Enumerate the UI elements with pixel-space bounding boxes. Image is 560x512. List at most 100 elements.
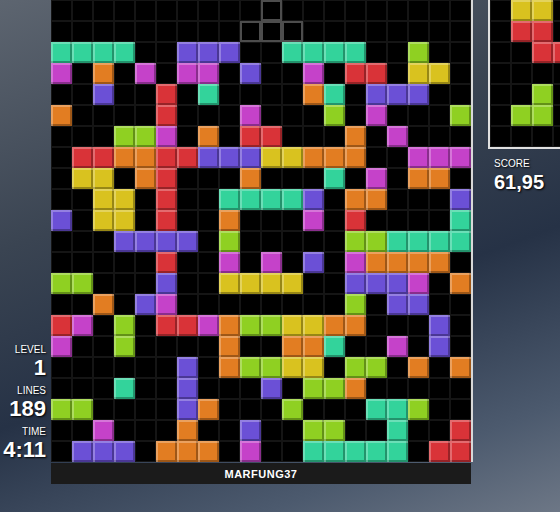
board-empty-cell bbox=[114, 21, 135, 42]
next-empty-cell bbox=[490, 84, 511, 105]
board-empty-cell bbox=[51, 231, 72, 252]
board-block bbox=[303, 84, 324, 105]
board-block bbox=[198, 441, 219, 462]
board-block bbox=[114, 147, 135, 168]
board-block bbox=[177, 147, 198, 168]
board-empty-cell bbox=[156, 21, 177, 42]
board-block bbox=[261, 315, 282, 336]
board-empty-cell bbox=[282, 0, 303, 21]
board-empty-cell bbox=[72, 252, 93, 273]
board-empty-cell bbox=[51, 147, 72, 168]
board-block bbox=[366, 441, 387, 462]
board-empty-cell bbox=[177, 105, 198, 126]
board-empty-cell bbox=[135, 336, 156, 357]
board-block bbox=[366, 273, 387, 294]
board-empty-cell bbox=[177, 252, 198, 273]
board-empty-cell bbox=[114, 294, 135, 315]
board-empty-cell bbox=[72, 420, 93, 441]
board-block bbox=[156, 105, 177, 126]
board-block bbox=[345, 273, 366, 294]
board-block bbox=[303, 63, 324, 84]
board-block bbox=[450, 105, 471, 126]
board-block bbox=[72, 42, 93, 63]
board-empty-cell bbox=[429, 294, 450, 315]
board-block bbox=[135, 63, 156, 84]
board-block bbox=[240, 105, 261, 126]
board-block bbox=[345, 126, 366, 147]
board-block bbox=[408, 147, 429, 168]
board-block bbox=[261, 357, 282, 378]
board-block bbox=[303, 336, 324, 357]
board-empty-cell bbox=[72, 336, 93, 357]
board-block bbox=[93, 84, 114, 105]
board-block bbox=[345, 147, 366, 168]
board-block bbox=[429, 63, 450, 84]
board-empty-cell bbox=[408, 336, 429, 357]
board-block bbox=[261, 189, 282, 210]
board-block bbox=[429, 147, 450, 168]
next-block bbox=[532, 42, 553, 63]
board-empty-cell bbox=[51, 21, 72, 42]
board-empty-cell bbox=[324, 210, 345, 231]
board-empty-cell bbox=[240, 84, 261, 105]
board-empty-cell bbox=[324, 63, 345, 84]
board-block bbox=[387, 84, 408, 105]
board-block bbox=[51, 42, 72, 63]
board-block bbox=[450, 357, 471, 378]
board-block bbox=[177, 42, 198, 63]
board-empty-cell bbox=[387, 357, 408, 378]
board-empty-cell bbox=[240, 42, 261, 63]
board-block bbox=[408, 231, 429, 252]
board-empty-cell bbox=[366, 0, 387, 21]
board-block bbox=[240, 189, 261, 210]
stat-label: LEVEL bbox=[15, 343, 46, 356]
board-empty-cell bbox=[93, 21, 114, 42]
board-empty-cell bbox=[240, 0, 261, 21]
board-block bbox=[114, 231, 135, 252]
board-empty-cell bbox=[51, 252, 72, 273]
board-block bbox=[240, 357, 261, 378]
board-block bbox=[282, 42, 303, 63]
board-block bbox=[387, 441, 408, 462]
board-empty-cell bbox=[345, 84, 366, 105]
board-block bbox=[324, 147, 345, 168]
board-empty-cell bbox=[72, 378, 93, 399]
board-empty-cell bbox=[198, 189, 219, 210]
board-block bbox=[240, 273, 261, 294]
board-block bbox=[282, 357, 303, 378]
next-empty-cell bbox=[553, 126, 560, 147]
board-block bbox=[51, 315, 72, 336]
board-block bbox=[177, 63, 198, 84]
board-block bbox=[387, 294, 408, 315]
board-block bbox=[324, 84, 345, 105]
board-empty-cell bbox=[303, 168, 324, 189]
board-empty-cell bbox=[408, 378, 429, 399]
board-empty-cell bbox=[177, 189, 198, 210]
board-block bbox=[345, 357, 366, 378]
game-board[interactable] bbox=[51, 0, 473, 462]
board-block bbox=[324, 336, 345, 357]
board-block bbox=[303, 147, 324, 168]
board-block bbox=[198, 42, 219, 63]
board-empty-cell bbox=[198, 336, 219, 357]
board-empty-cell bbox=[240, 378, 261, 399]
next-empty-cell bbox=[553, 0, 560, 21]
board-empty-cell bbox=[135, 357, 156, 378]
board-empty-cell bbox=[177, 84, 198, 105]
board-block bbox=[408, 357, 429, 378]
game-screen: LEVEL1LINES189TIME4:11MARFUNG37SCORE61,9… bbox=[0, 0, 560, 512]
board-block bbox=[51, 210, 72, 231]
board-empty-cell bbox=[324, 189, 345, 210]
board-block bbox=[303, 441, 324, 462]
board-empty-cell bbox=[72, 357, 93, 378]
board-empty-cell bbox=[387, 63, 408, 84]
board-empty-cell bbox=[72, 63, 93, 84]
board-empty-cell bbox=[93, 357, 114, 378]
board-empty-cell bbox=[93, 336, 114, 357]
board-empty-cell bbox=[51, 378, 72, 399]
board-block bbox=[177, 231, 198, 252]
board-block bbox=[324, 315, 345, 336]
board-block bbox=[429, 231, 450, 252]
board-empty-cell bbox=[198, 0, 219, 21]
board-empty-cell bbox=[156, 399, 177, 420]
